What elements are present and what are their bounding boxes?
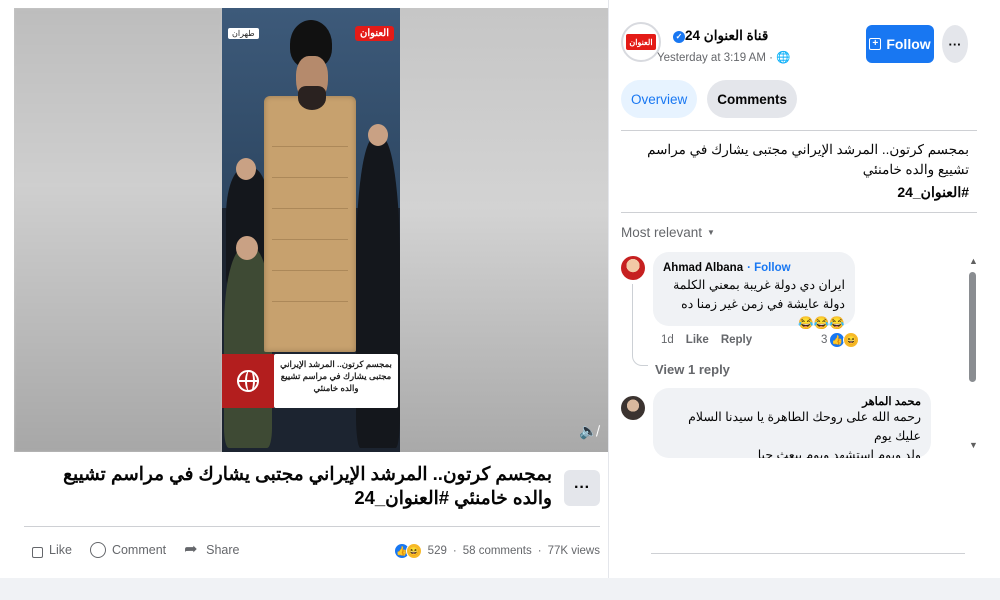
bg-person-head bbox=[368, 124, 388, 146]
comment-button[interactable]: Comment bbox=[89, 542, 167, 558]
caret-down-icon: ▼ bbox=[707, 228, 715, 237]
comment-sort-dropdown[interactable]: Most relevant ▼ bbox=[621, 225, 715, 240]
video-frame: العنوان طهران بمجسم كرتون.. المرشد الإير… bbox=[222, 8, 400, 452]
comment-composer-edge bbox=[651, 553, 965, 561]
video-blur-right bbox=[400, 8, 608, 452]
avatar-logo: العنوان bbox=[626, 34, 656, 50]
comment-label: Comment bbox=[111, 543, 167, 557]
comment-author[interactable]: محمد الماهر bbox=[663, 394, 921, 408]
caption-line: بمجسم كرتون.. المرشد الإيراني bbox=[280, 359, 392, 369]
like-label: Like bbox=[49, 543, 72, 557]
bottom-bar bbox=[0, 578, 1000, 600]
view-count: 77K views bbox=[547, 545, 600, 557]
comment-text-line: رحمه الله على روحك الطاهرة يا سيدنا السل… bbox=[688, 410, 921, 443]
post-more-button[interactable]: ··· bbox=[564, 470, 600, 506]
comment-bubble: Ahmad Albana · Follow ايران دي دولة غريبة… bbox=[653, 252, 855, 330]
caption-line: مجتبى يشارك في مراسم تشييع bbox=[280, 371, 392, 381]
globe-badge bbox=[222, 354, 274, 408]
globe-icon bbox=[237, 370, 259, 392]
haha-reaction-icon: 😆 bbox=[843, 332, 860, 348]
divider bbox=[24, 526, 600, 527]
page-avatar[interactable]: العنوان bbox=[621, 22, 661, 62]
comment-reply-button[interactable]: Reply bbox=[721, 334, 752, 346]
comment-count[interactable]: 58 comments bbox=[463, 545, 532, 557]
comments-scrollbar[interactable]: ▲ ▼ bbox=[969, 256, 978, 450]
post-text: بمجسم كرتون.. المرشد الإيراني مجتبى يشار… bbox=[647, 142, 969, 177]
tab-comments[interactable]: Comments bbox=[707, 80, 798, 118]
post-timestamp[interactable]: Yesterday at 3:19 AM · bbox=[657, 52, 776, 64]
post-hashtag[interactable]: #العنوان_24 bbox=[621, 184, 969, 201]
comment-follow-link[interactable]: · Follow bbox=[747, 262, 790, 274]
page: العنوان طهران بمجسم كرتون.. المرشد الإير… bbox=[0, 0, 1000, 600]
divider bbox=[621, 130, 977, 131]
reply-thread-line bbox=[632, 284, 648, 366]
scroll-thumb[interactable] bbox=[969, 272, 976, 382]
sort-label: Most relevant bbox=[621, 225, 703, 240]
comment-like-button[interactable]: Like bbox=[686, 334, 709, 346]
video-player[interactable]: العنوان طهران بمجسم كرتون.. المرشد الإير… bbox=[14, 8, 608, 452]
follow-link-text: Follow bbox=[754, 262, 791, 274]
bg-person-head bbox=[236, 158, 256, 180]
thumbs-up-icon bbox=[32, 546, 43, 558]
reaction-icons[interactable]: 👍 😆 bbox=[393, 543, 422, 559]
comment-list: Ahmad Albana · Follow ايران دي دولة غريبة… bbox=[609, 248, 1000, 458]
follow-plus-icon: + bbox=[869, 38, 882, 50]
channel-logo: العنوان bbox=[355, 26, 394, 41]
sidebar-tabs: Overview Comments bbox=[621, 80, 798, 118]
page-name-text[interactable]: قناة العنوان 24 bbox=[685, 28, 768, 43]
like-button[interactable]: Like bbox=[32, 543, 72, 558]
comment-icon bbox=[89, 542, 106, 558]
scroll-down-arrow-icon[interactable]: ▼ bbox=[969, 440, 978, 450]
post-stats: 👍 😆 529 · 58 comments · 77K views bbox=[393, 543, 600, 559]
divider bbox=[621, 212, 977, 213]
globe-icon: 🌐 bbox=[776, 52, 791, 64]
comment-bubble: محمد الماهر رحمه الله على روحك الطاهرة ي… bbox=[653, 388, 931, 458]
caption-line: والده خامنئي bbox=[313, 383, 359, 393]
comment-age: 1d bbox=[661, 334, 674, 346]
avatar[interactable] bbox=[621, 396, 645, 420]
share-button[interactable]: Share bbox=[184, 539, 240, 559]
reaction-count[interactable]: 529 bbox=[428, 545, 447, 557]
haha-reaction-icon: 😆 bbox=[405, 543, 422, 559]
tab-overview[interactable]: Overview bbox=[621, 80, 698, 118]
follow-label: Follow bbox=[886, 36, 931, 52]
location-tag: طهران bbox=[228, 28, 259, 39]
view-replies-link[interactable]: View 1 reply bbox=[655, 362, 730, 377]
share-icon bbox=[184, 539, 200, 559]
scroll-up-arrow-icon[interactable]: ▲ bbox=[969, 256, 978, 266]
cardboard-cutout bbox=[264, 96, 356, 352]
comment-reactions[interactable]: 3 👍 😆 bbox=[821, 332, 860, 348]
page-name[interactable]: قناة العنوان 24✓ bbox=[669, 28, 865, 44]
video-blur-left bbox=[14, 8, 222, 452]
comment-reaction-count: 3 bbox=[821, 334, 828, 346]
comment-text-line: دولة عايشة في زمن غير زمنا ده 😂😂😂 bbox=[681, 297, 845, 330]
guard-head bbox=[236, 236, 258, 260]
dot-separator: · bbox=[452, 545, 457, 557]
post-title: بمجسم كرتون.. المرشد الإيراني مجتبى يشار… bbox=[63, 463, 552, 508]
cutout-beard bbox=[298, 86, 326, 110]
post-sidebar: العنوان قناة العنوان 24✓ Yesterday at 3:… bbox=[608, 0, 1000, 600]
follow-button[interactable]: + Follow bbox=[866, 25, 934, 63]
avatar[interactable] bbox=[621, 256, 645, 280]
comment-author[interactable]: Ahmad Albana bbox=[663, 262, 743, 274]
speaker-muted-icon[interactable]: 🔈̸ bbox=[579, 422, 598, 440]
comment-meta: 1d Like Reply bbox=[661, 334, 752, 346]
post-time[interactable]: Yesterday at 3:19 AM · 🌐 bbox=[657, 50, 790, 64]
share-label: Share bbox=[206, 543, 240, 557]
verified-badge-icon: ✓ bbox=[673, 31, 685, 43]
comment-text-line: ايران دي دولة غريبة بمعني الكلمة bbox=[673, 278, 845, 292]
more-options-button[interactable]: ··· bbox=[942, 25, 968, 63]
comment-text-line: ولد ويوم استشهد ويوم يبعث حيا bbox=[757, 448, 921, 458]
video-caption: بمجسم كرتون.. المرشد الإيراني مجتبى يشار… bbox=[274, 354, 398, 408]
post-actions: Like Comment Share bbox=[32, 539, 240, 559]
dot-separator: · bbox=[537, 545, 542, 557]
